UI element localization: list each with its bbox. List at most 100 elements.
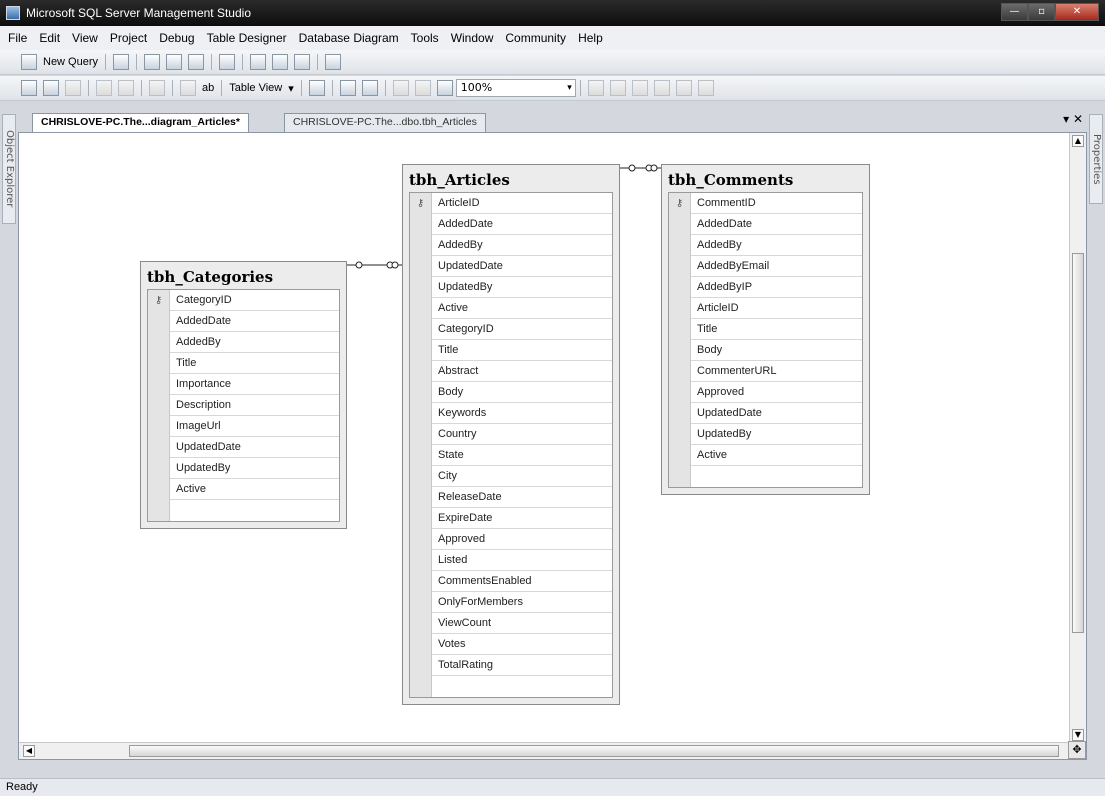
- page-breaks-icon[interactable]: [392, 80, 409, 96]
- column-row-new[interactable]: [669, 466, 862, 487]
- show-relationship-labels-icon[interactable]: [436, 80, 453, 96]
- column-row[interactable]: Active: [148, 478, 339, 500]
- table-tbh-comments[interactable]: tbh_Comments ⚷ CommentID AddedDate AddedB…: [661, 164, 870, 495]
- column-row[interactable]: TotalRating: [410, 654, 612, 676]
- align-right-icon[interactable]: [631, 80, 648, 96]
- xmla-query-icon[interactable]: [219, 54, 236, 70]
- column-row[interactable]: UpdatedBy: [410, 276, 612, 298]
- analysis-query-icon[interactable]: [144, 54, 161, 70]
- column-row[interactable]: AddedBy: [410, 234, 612, 256]
- dmx-query-icon[interactable]: [188, 54, 205, 70]
- column-row[interactable]: Title: [669, 318, 862, 340]
- column-row[interactable]: AddedBy: [148, 331, 339, 353]
- new-query-button[interactable]: New Query: [43, 56, 98, 68]
- vertical-scrollbar[interactable]: ▲ ▼: [1069, 133, 1086, 743]
- menu-tools[interactable]: Tools: [411, 31, 439, 45]
- remove-table-icon[interactable]: [118, 80, 134, 96]
- column-row[interactable]: Approved: [410, 528, 612, 550]
- scroll-left-icon[interactable]: ◀: [23, 745, 35, 757]
- align-bottom-icon[interactable]: [697, 80, 714, 96]
- menu-debug[interactable]: Debug: [159, 31, 194, 45]
- zoom-dropdown[interactable]: 100%: [455, 79, 576, 97]
- column-row[interactable]: AddedBy: [669, 234, 862, 256]
- column-row[interactable]: AddedDate: [148, 310, 339, 332]
- column-row[interactable]: AddedByEmail: [669, 255, 862, 277]
- column-row[interactable]: ReleaseDate: [410, 486, 612, 508]
- column-row-new[interactable]: [410, 676, 612, 697]
- column-row[interactable]: Abstract: [410, 360, 612, 382]
- column-row[interactable]: UpdatedBy: [148, 457, 339, 479]
- generate-script-icon[interactable]: [149, 80, 165, 96]
- column-row[interactable]: ViewCount: [410, 612, 612, 634]
- open-file-icon[interactable]: [250, 54, 267, 70]
- column-row[interactable]: ImageUrl: [148, 415, 339, 437]
- close-button[interactable]: ✕: [1055, 3, 1099, 21]
- column-row[interactable]: Country: [410, 423, 612, 445]
- tab-dbo-tbh-articles[interactable]: CHRISLOVE-PC.The...dbo.tbh_Articles: [284, 113, 486, 132]
- maximize-button[interactable]: ▫: [1028, 3, 1055, 21]
- align-middle-icon[interactable]: [675, 80, 692, 96]
- column-row[interactable]: ArticleID: [669, 297, 862, 319]
- add-related-tables-icon[interactable]: [65, 80, 81, 96]
- chevron-down-icon[interactable]: ▾: [1063, 112, 1069, 126]
- column-row[interactable]: UpdatedDate: [669, 402, 862, 424]
- table-tbh-categories[interactable]: tbh_Categories ⚷ CategoryID AddedDate Add…: [140, 261, 347, 529]
- new-query-icon[interactable]: [21, 54, 37, 70]
- menu-table-designer[interactable]: Table Designer: [207, 31, 287, 45]
- menu-help[interactable]: Help: [578, 31, 603, 45]
- column-row[interactable]: OnlyForMembers: [410, 591, 612, 613]
- new-text-annotation-icon[interactable]: ab: [202, 82, 214, 94]
- close-tab-icon[interactable]: ✕: [1073, 112, 1083, 126]
- dropdown-arrow-icon[interactable]: ▾: [288, 82, 294, 95]
- column-row[interactable]: CommentsEnabled: [410, 570, 612, 592]
- column-row[interactable]: City: [410, 465, 612, 487]
- column-row[interactable]: Approved: [669, 381, 862, 403]
- object-explorer-tab[interactable]: Object Explorer: [2, 114, 16, 224]
- column-row[interactable]: Description: [148, 394, 339, 416]
- column-row[interactable]: Active: [669, 444, 862, 466]
- column-row[interactable]: Votes: [410, 633, 612, 655]
- minimize-button[interactable]: —: [1001, 3, 1028, 21]
- table-view-dropdown[interactable]: Table View: [229, 82, 282, 94]
- arrange-tables-icon[interactable]: [339, 80, 356, 96]
- align-top-icon[interactable]: [653, 80, 670, 96]
- column-row-new[interactable]: [148, 500, 339, 521]
- column-row[interactable]: AddedDate: [669, 213, 862, 235]
- save-all-icon[interactable]: [294, 54, 311, 70]
- set-primary-key-icon[interactable]: [180, 80, 196, 96]
- column-row[interactable]: Active: [410, 297, 612, 319]
- column-row[interactable]: AddedDate: [410, 213, 612, 235]
- mdx-query-icon[interactable]: [166, 54, 183, 70]
- column-row[interactable]: Body: [669, 339, 862, 361]
- table-tbh-articles[interactable]: tbh_Articles ⚷ ArticleID AddedDate AddedB…: [402, 164, 620, 705]
- column-row[interactable]: Listed: [410, 549, 612, 571]
- properties-tab[interactable]: Properties: [1089, 114, 1103, 204]
- menu-window[interactable]: Window: [451, 31, 494, 45]
- database-engine-query-icon[interactable]: [113, 54, 130, 70]
- activity-monitor-icon[interactable]: [325, 54, 342, 70]
- diagram-canvas[interactable]: tbh_Categories ⚷ CategoryID AddedDate Add…: [18, 132, 1087, 760]
- menu-file[interactable]: File: [8, 31, 27, 45]
- align-left-icon[interactable]: [587, 80, 604, 96]
- column-row[interactable]: ⚷ CommentID: [669, 192, 862, 214]
- menu-project[interactable]: Project: [110, 31, 147, 45]
- column-row[interactable]: UpdatedBy: [669, 423, 862, 445]
- column-row[interactable]: UpdatedDate: [410, 255, 612, 277]
- save-icon[interactable]: [272, 54, 289, 70]
- menu-view[interactable]: View: [72, 31, 98, 45]
- autosize-tables-icon[interactable]: [308, 80, 325, 96]
- scroll-down-icon[interactable]: ▼: [1072, 729, 1084, 741]
- menu-community[interactable]: Community: [505, 31, 566, 45]
- arrange-selection-icon[interactable]: [361, 80, 378, 96]
- column-row[interactable]: UpdatedDate: [148, 436, 339, 458]
- add-table-icon[interactable]: [43, 80, 59, 96]
- delete-table-icon[interactable]: [96, 80, 112, 96]
- horizontal-scroll-thumb[interactable]: [129, 745, 1059, 757]
- column-row[interactable]: Title: [148, 352, 339, 374]
- column-row[interactable]: Body: [410, 381, 612, 403]
- scroll-up-icon[interactable]: ▲: [1072, 135, 1084, 147]
- column-row[interactable]: Title: [410, 339, 612, 361]
- align-center-icon[interactable]: [609, 80, 626, 96]
- horizontal-scrollbar[interactable]: ◀: [19, 742, 1069, 759]
- menu-edit[interactable]: Edit: [39, 31, 60, 45]
